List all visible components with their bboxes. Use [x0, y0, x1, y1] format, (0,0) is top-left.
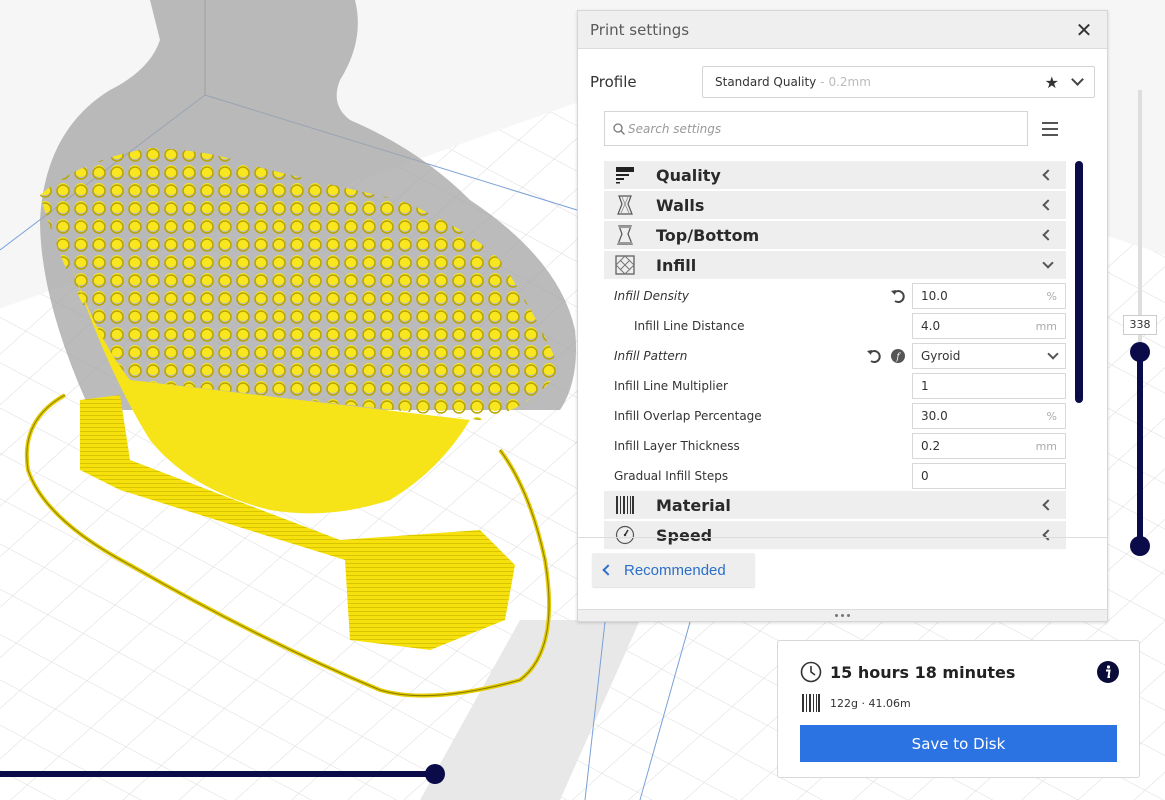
- quality-icon: [614, 165, 636, 185]
- setting-label: Infill Line Distance: [634, 319, 745, 333]
- setting-infill-pattern: Infill Pattern f Gyroid: [604, 341, 1066, 371]
- category-label: Infill: [656, 255, 697, 275]
- category-label: Top/Bottom: [656, 225, 760, 245]
- layer-slider-lower-handle[interactable]: [1130, 536, 1150, 556]
- filament-icon: [802, 694, 820, 712]
- star-icon[interactable]: ★: [1045, 73, 1059, 92]
- setting-label: Gradual Infill Steps: [614, 469, 729, 483]
- print-time-row: 15 hours 18 minutes: [800, 661, 1119, 683]
- material-icon: [614, 495, 636, 515]
- setting-infill-overlap: Infill Overlap Percentage 30.0 %: [604, 401, 1066, 431]
- layer-slider-range: [1137, 352, 1143, 548]
- settings-scrollbar[interactable]: [1075, 161, 1083, 403]
- infill-overlap-input[interactable]: 30.0 %: [912, 403, 1066, 429]
- panel-title: Print settings: [590, 20, 690, 39]
- category-top-bottom[interactable]: Top/Bottom: [604, 221, 1066, 249]
- setting-gradual-infill-steps: Gradual Infill Steps 0: [604, 461, 1066, 491]
- profile-label: Profile: [590, 73, 637, 91]
- infill-icon: [614, 255, 636, 275]
- print-summary-card: 15 hours 18 minutes 122g · 41.06m Save t…: [777, 640, 1140, 778]
- chevron-left-icon: [1042, 169, 1054, 181]
- path-slider-handle[interactable]: [425, 764, 445, 784]
- profile-layer-height: - 0.2mm: [820, 75, 871, 89]
- profile-dropdown[interactable]: Standard Quality - 0.2mm ★: [702, 66, 1095, 98]
- setting-label: Infill Overlap Percentage: [614, 409, 762, 423]
- infill-line-distance-input[interactable]: 4.0 mm: [912, 313, 1066, 339]
- material-usage-row: 122g · 41.06m: [802, 693, 911, 713]
- profile-name: Standard Quality: [715, 75, 817, 89]
- settings-list: Quality Walls Top/Bottom Infill Infill D…: [604, 161, 1066, 549]
- panel-footer: Recommended: [578, 537, 1107, 609]
- reset-icon[interactable]: [890, 288, 906, 304]
- chevron-down-icon: [1071, 73, 1084, 86]
- infill-line-multiplier-input[interactable]: 1: [912, 373, 1066, 399]
- search-box: [604, 111, 1028, 146]
- setting-label: Infill Layer Thickness: [614, 439, 740, 453]
- reset-icon[interactable]: [866, 348, 882, 364]
- layer-slider-upper-handle[interactable]: [1130, 342, 1150, 362]
- panel-header: Print settings ✕: [578, 11, 1107, 49]
- info-icon[interactable]: [1097, 661, 1119, 683]
- infill-density-input[interactable]: 10.0 %: [912, 283, 1066, 309]
- profile-row: Profile Standard Quality - 0.2mm ★: [590, 66, 1095, 98]
- print-settings-panel: Print settings ✕ Profile Standard Qualit…: [577, 10, 1108, 622]
- setting-label: Infill Pattern: [614, 349, 688, 363]
- material-usage: 122g · 41.06m: [830, 696, 911, 710]
- category-quality[interactable]: Quality: [604, 161, 1066, 189]
- settings-visibility-menu-icon[interactable]: [1042, 121, 1058, 136]
- top-bottom-icon: [614, 225, 636, 245]
- chevron-down-icon: [1047, 347, 1059, 360]
- path-slider-track: [0, 771, 435, 777]
- close-button[interactable]: ✕: [1073, 20, 1095, 40]
- infill-pattern-select[interactable]: Gyroid: [912, 343, 1066, 369]
- setting-infill-layer-thickness: Infill Layer Thickness 0.2 mm: [604, 431, 1066, 461]
- setting-infill-line-distance: Infill Line Distance 4.0 mm: [604, 311, 1066, 341]
- clock-icon: [800, 661, 822, 683]
- walls-icon: [614, 195, 636, 215]
- category-infill[interactable]: Infill: [604, 251, 1066, 279]
- gradual-infill-steps-input[interactable]: 0: [912, 463, 1066, 489]
- setting-infill-density: Infill Density 10.0 %: [604, 281, 1066, 311]
- path-slider[interactable]: [0, 764, 445, 784]
- chevron-left-icon: [1042, 199, 1054, 211]
- setting-label: Infill Line Multiplier: [614, 379, 728, 393]
- layer-slider-track: [1138, 90, 1142, 352]
- panel-resize-handle[interactable]: [578, 609, 1107, 621]
- search-icon: [613, 122, 625, 135]
- setting-infill-line-multiplier: Infill Line Multiplier 1: [604, 371, 1066, 401]
- save-to-disk-button[interactable]: Save to Disk: [800, 725, 1117, 762]
- category-label: Material: [656, 495, 731, 515]
- search-row: [604, 111, 1064, 146]
- category-material[interactable]: Material: [604, 491, 1066, 519]
- search-input[interactable]: [628, 121, 1019, 136]
- category-walls[interactable]: Walls: [604, 191, 1066, 219]
- print-time: 15 hours 18 minutes: [830, 662, 1016, 682]
- chevron-down-icon: [1042, 256, 1054, 269]
- infill-layer-thickness-input[interactable]: 0.2 mm: [912, 433, 1066, 459]
- chevron-left-icon: [1042, 229, 1054, 241]
- recommended-button[interactable]: Recommended: [592, 553, 755, 587]
- setting-label: Infill Density: [614, 289, 689, 303]
- chevron-left-icon: [602, 564, 614, 576]
- layer-number-input[interactable]: 338: [1123, 315, 1157, 335]
- recommended-label: Recommended: [624, 561, 726, 579]
- category-label: Quality: [656, 165, 721, 185]
- category-label: Walls: [656, 195, 705, 215]
- chevron-left-icon: [1042, 499, 1054, 511]
- function-icon[interactable]: f: [890, 348, 906, 364]
